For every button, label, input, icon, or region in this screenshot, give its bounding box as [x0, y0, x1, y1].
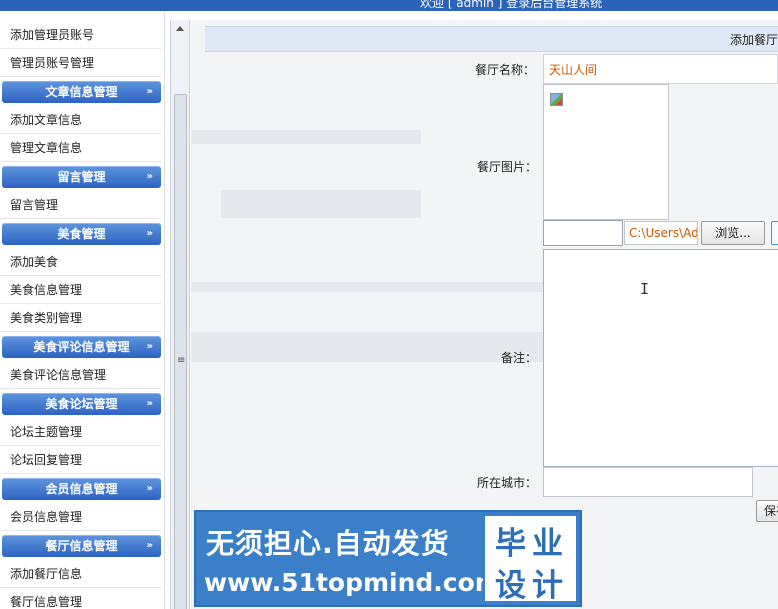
restaurant-image-label: 餐厅图片：: [476, 160, 537, 174]
text-cursor-icon: I: [640, 280, 650, 298]
sidebar-item-add-restaurant[interactable]: 添加餐厅信息: [0, 560, 161, 588]
city-label: 所在城市：: [476, 476, 537, 490]
file-path-input[interactable]: C:\Users\Adr: [624, 221, 698, 245]
banner-url: www.51topmind.com: [204, 568, 501, 597]
group-title: 会员信息管理: [45, 482, 118, 496]
sidebar-group-messages[interactable]: 留言管理 »: [2, 166, 161, 188]
top-bar: 欢迎 [ admin ] 登录后台管理系统: [0, 0, 778, 11]
sidebar-scrollbar[interactable]: ≡: [170, 20, 190, 609]
remark-textarea[interactable]: [543, 249, 778, 467]
group-title: 文章信息管理: [45, 85, 118, 99]
sidebar-item-add-article[interactable]: 添加文章信息: [0, 106, 161, 134]
image-filename-input[interactable]: [543, 220, 623, 246]
browse-button[interactable]: 浏览...: [701, 221, 765, 245]
sidebar-item-manage-article[interactable]: 管理文章信息: [0, 134, 161, 162]
sidebar: 添加管理员账号 管理员账号管理 文章信息管理 » 添加文章信息 管理文章信息 留言…: [0, 11, 165, 609]
double-chevron-down-icon: »: [146, 341, 153, 352]
sidebar-item-food-info[interactable]: 美食信息管理: [0, 276, 161, 304]
sidebar-item-forum-topics[interactable]: 论坛主题管理: [0, 418, 161, 446]
restaurant-name-value: 天山人间: [549, 63, 598, 77]
background-artifact: [221, 190, 421, 218]
image-preview: [543, 84, 669, 220]
broken-image-icon: [550, 93, 563, 106]
sidebar-item-add-food[interactable]: 添加美食: [0, 248, 161, 276]
sidebar-item-food-category[interactable]: 美食类别管理: [0, 304, 161, 332]
sidebar-group-forum[interactable]: 美食论坛管理 »: [2, 393, 161, 415]
sidebar-item-food-comments[interactable]: 美食评论信息管理: [0, 361, 161, 389]
sidebar-group-food-comments[interactable]: 美食评论信息管理 »: [2, 336, 161, 358]
form-title-bar: 添加餐厅: [205, 26, 778, 52]
sidebar-item-restaurant-info[interactable]: 餐厅信息管理: [0, 588, 161, 609]
sidebar-group-articles[interactable]: 文章信息管理 »: [2, 81, 161, 103]
sidebar-group-food[interactable]: 美食管理 »: [2, 223, 161, 245]
double-chevron-down-icon: »: [146, 171, 153, 182]
restaurant-name-label: 餐厅名称：: [474, 63, 535, 77]
welcome-text: 欢迎 [ admin ] 登录后台管理系统: [420, 0, 603, 10]
group-title: 餐厅信息管理: [45, 539, 118, 553]
sidebar-group-restaurants[interactable]: 餐厅信息管理 »: [2, 535, 161, 557]
remark-label: 备注：: [500, 351, 537, 365]
double-chevron-down-icon: »: [146, 483, 153, 494]
sidebar-item-admin-manage[interactable]: 管理员账号管理: [0, 49, 161, 77]
background-artifact: [191, 282, 543, 292]
scrollbar-thumb[interactable]: [174, 94, 187, 609]
group-title: 留言管理: [57, 170, 106, 184]
upload-button[interactable]: [771, 221, 778, 245]
save-button[interactable]: 保存: [756, 500, 778, 522]
city-input[interactable]: [543, 467, 753, 497]
group-title: 美食管理: [57, 227, 106, 241]
sidebar-item-members[interactable]: 会员信息管理: [0, 503, 161, 531]
badge-text-line1: 毕业: [495, 526, 569, 562]
background-artifact: [191, 130, 421, 144]
sidebar-item-forum-replies[interactable]: 论坛回复管理: [0, 446, 161, 474]
sidebar-item-add-admin[interactable]: 添加管理员账号: [0, 21, 161, 49]
sidebar-group-members[interactable]: 会员信息管理 »: [2, 478, 161, 500]
watermark-banner: 无须担心.自动发货 www.51topmind.com 毕业 设计: [194, 510, 582, 607]
double-chevron-down-icon: »: [146, 228, 153, 239]
badge-text-line2: 设计: [495, 568, 569, 604]
group-title: 美食评论信息管理: [33, 340, 130, 354]
banner-badge: 毕业 设计: [483, 514, 578, 604]
double-chevron-down-icon: »: [146, 86, 153, 97]
double-chevron-down-icon: »: [146, 540, 153, 551]
banner-slogan: 无须担心.自动发货: [206, 527, 450, 560]
double-chevron-down-icon: »: [146, 398, 153, 409]
splitter-grip-icon[interactable]: ≡: [177, 355, 185, 366]
form-title: 添加餐厅: [729, 33, 778, 47]
group-title: 美食论坛管理: [45, 397, 118, 411]
sidebar-item-messages[interactable]: 留言管理: [0, 191, 161, 219]
scroll-up-arrow-icon[interactable]: [176, 26, 184, 31]
